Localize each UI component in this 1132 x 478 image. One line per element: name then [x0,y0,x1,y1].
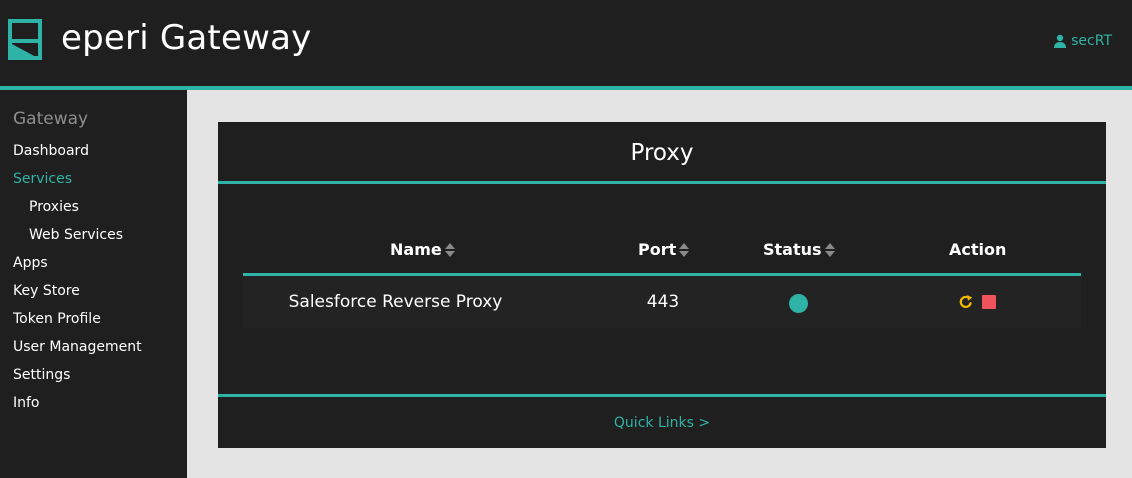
sidebar-item-services[interactable]: Services [0,165,187,193]
sidebar-item-token-profile[interactable]: Token Profile [0,305,187,333]
main-content: Proxy Name Port Status Action Salesforce… [187,90,1132,478]
sort-icon [679,243,690,257]
proxy-name-cell: Salesforce Reverse Proxy [288,292,503,312]
sidebar-nav: Dashboard Services Proxies Web Services … [0,137,187,417]
table-row: Salesforce Reverse Proxy 443 [243,276,1081,328]
table-header: Name Port Status Action [243,234,1081,276]
panel-divider-top [218,181,1106,184]
restart-icon[interactable] [959,295,973,309]
column-header-name[interactable]: Name [390,239,455,261]
sidebar-item-web-services[interactable]: Web Services [0,221,187,249]
eperi-logo-icon [8,19,42,60]
sidebar-item-apps[interactable]: Apps [0,249,187,277]
panel-title: Proxy [630,140,694,166]
column-label: Status [763,240,822,259]
quick-links-link[interactable]: Quick Links > [614,415,710,431]
user-icon [1054,34,1067,48]
column-header-port[interactable]: Port [638,239,690,261]
proxy-panel: Proxy Name Port Status Action Salesforce… [218,122,1106,448]
stop-icon[interactable] [982,295,996,309]
sidebar-item-info[interactable]: Info [0,389,187,417]
column-label: Name [390,240,442,259]
sidebar: Gateway Dashboard Services Proxies Web S… [0,90,187,478]
sidebar-item-dashboard[interactable]: Dashboard [0,137,187,165]
user-name: secRT [1071,33,1112,49]
column-label: Port [638,240,677,259]
top-bar: eperi Gateway secRT [0,0,1132,86]
column-header-action: Action [949,239,1006,261]
app-title: eperi Gateway [61,18,312,58]
quick-links: Quick Links > [218,412,1106,434]
sort-icon [444,243,455,257]
sort-icon [824,243,835,257]
proxy-table: Name Port Status Action Salesforce Rever… [243,234,1081,328]
sidebar-item-key-store[interactable]: Key Store [0,277,187,305]
sidebar-item-settings[interactable]: Settings [0,361,187,389]
sidebar-heading: Gateway [13,109,89,129]
panel-divider-bottom [218,394,1106,397]
proxy-port-cell: 443 [646,292,680,312]
sidebar-item-proxies[interactable]: Proxies [0,193,187,221]
status-running-indicator [789,294,808,313]
column-label: Action [949,240,1007,259]
user-menu[interactable]: secRT [1053,31,1112,51]
column-header-status[interactable]: Status [763,239,835,261]
sidebar-item-user-management[interactable]: User Management [0,333,187,361]
